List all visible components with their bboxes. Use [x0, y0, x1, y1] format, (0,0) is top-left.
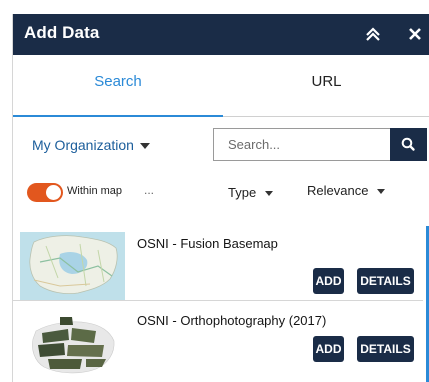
- result-title[interactable]: OSNI - Fusion Basemap: [137, 236, 278, 251]
- within-map-label: Within map: [67, 185, 123, 197]
- caret-down-icon: [139, 143, 150, 150]
- tab-url[interactable]: URL: [223, 55, 429, 117]
- result-item: OSNI - Fusion Basemap ADD DETAILS: [13, 225, 423, 301]
- panel-title: Add Data: [24, 23, 100, 42]
- close-icon[interactable]: [405, 24, 425, 44]
- tab-search[interactable]: Search: [13, 55, 223, 117]
- details-button[interactable]: DETAILS: [357, 336, 414, 362]
- sort-dropdown[interactable]: Relevance: [307, 183, 386, 198]
- caret-down-icon: [265, 191, 274, 197]
- more-options-button[interactable]: ...: [144, 183, 154, 197]
- organization-dropdown-label: My Organization: [32, 137, 134, 153]
- panel-header: Add Data: [13, 14, 429, 55]
- map-thumbnail: [20, 232, 125, 300]
- organization-dropdown[interactable]: My Organization: [32, 137, 150, 153]
- result-item: OSNI - Orthophotography (2017) ADD DETAI…: [13, 302, 423, 382]
- filter-row: My Organization: [13, 117, 429, 169]
- toggle-knob: [46, 185, 61, 200]
- add-data-panel: Add Data Search URL My Organization Sear…: [12, 14, 429, 382]
- search-input[interactable]: [213, 128, 391, 161]
- result-title[interactable]: OSNI - Orthophotography (2017): [137, 313, 326, 328]
- add-button[interactable]: ADD: [313, 336, 344, 362]
- tab-bar: Search URL: [13, 55, 429, 117]
- search-button[interactable]: [390, 128, 427, 161]
- imagery-thumbnail: [20, 309, 125, 377]
- sort-label: Relevance: [307, 183, 369, 198]
- within-map-toggle[interactable]: [27, 183, 63, 202]
- search-icon: [401, 137, 415, 151]
- details-button[interactable]: DETAILS: [357, 268, 414, 294]
- options-row: Within map ... Type Relevance: [13, 171, 429, 223]
- type-filter-label: Type: [228, 185, 257, 200]
- type-filter-dropdown[interactable]: Type: [228, 185, 274, 200]
- add-button[interactable]: ADD: [313, 268, 344, 294]
- caret-down-icon: [377, 189, 386, 195]
- double-chevron-up-icon[interactable]: [362, 23, 384, 45]
- results-list: OSNI - Fusion Basemap ADD DETAILS OSNI -: [13, 225, 429, 382]
